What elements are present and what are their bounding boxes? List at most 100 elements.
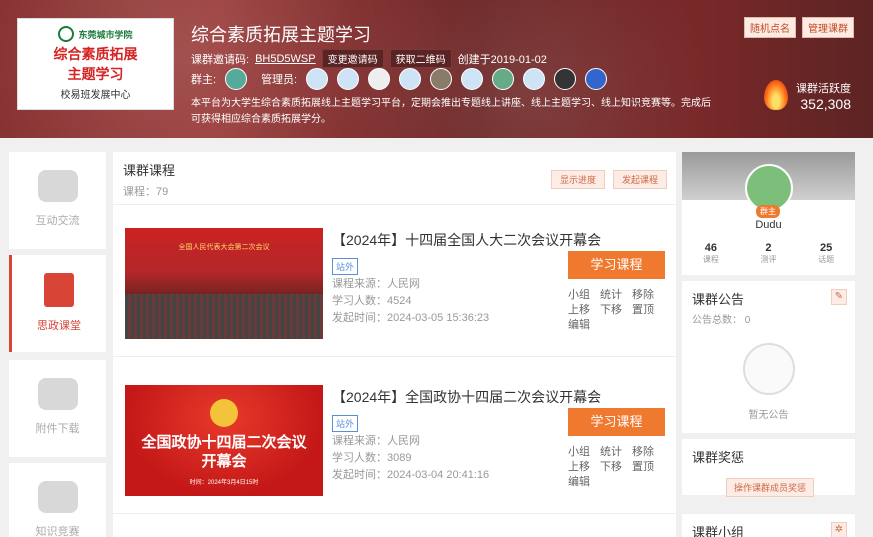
external-tag: 站外: [332, 258, 359, 275]
list-item: 全国人民代表大会第二次会议 【2024年】十四届全国人大二次会议开幕会 站外 课…: [113, 205, 676, 357]
nav-label: 附件下载: [35, 423, 80, 435]
op-remove[interactable]: 移除: [632, 445, 664, 460]
invite-code[interactable]: BH5D5WSP: [255, 53, 316, 65]
nav-label: 知识竞赛: [35, 526, 80, 537]
megaphone-icon: [743, 343, 795, 395]
nav-interaction[interactable]: 互动交流: [9, 152, 106, 249]
emblem-icon: [210, 399, 238, 427]
course-ops: 小组 统计 移除 上移 下移 置顶 编辑: [568, 445, 668, 490]
avatar[interactable]: [523, 68, 546, 90]
logo-school: 东莞城市学院: [78, 29, 133, 40]
group-title: 课群小组: [692, 525, 745, 537]
nav-politics[interactable]: 思政课堂: [9, 255, 106, 352]
activity-block: 课群活跃度 352,308: [764, 80, 851, 112]
op-up[interactable]: 上移: [568, 303, 600, 318]
avatar[interactable]: [461, 68, 484, 90]
avatar[interactable]: [337, 68, 360, 90]
stat-tests[interactable]: 2 测评: [760, 242, 776, 265]
school-seal-icon: [58, 26, 75, 42]
course-time: 发起时间：2024-03-04 20:41:16: [332, 469, 490, 481]
nav-quiz[interactable]: 知识竞赛: [9, 463, 106, 537]
avatar[interactable]: [306, 68, 329, 90]
course-thumbnail[interactable]: 全国人民代表大会第二次会议: [125, 228, 323, 339]
group-card: 课群小组 ✲: [682, 514, 855, 537]
avatar[interactable]: [585, 68, 608, 90]
study-course-button[interactable]: 学习课程: [568, 408, 665, 436]
course-thumbnail[interactable]: 全国政协十四届二次会议 开幕会 时间：2024年3月4日15时: [125, 385, 323, 496]
course-info: 课程来源：人民网 学习人数：4524 发起时间：2024-03-05 15:36…: [332, 276, 489, 327]
external-tag: 站外: [332, 415, 359, 432]
get-qr-button[interactable]: 获取二维码: [389, 49, 452, 68]
page-title: 综合素质拓展主题学习: [191, 25, 371, 45]
notice-card: 课群公告 公告总数： 0 ✎ 暂无公告: [682, 281, 855, 433]
avatar[interactable]: [368, 68, 391, 90]
edit-icon[interactable]: ✎: [831, 289, 847, 305]
show-progress-button[interactable]: 显示进度: [551, 170, 606, 189]
profile-card: 群主 Dudu 46 课程 2 测评 25 话题: [682, 152, 855, 275]
list-item: 全国政协十四届二次会议 开幕会 时间：2024年3月4日15时 【2024年】全…: [113, 362, 676, 514]
avatar[interactable]: [554, 68, 577, 90]
chat-icon: [37, 170, 78, 202]
course-panel: 课群课程 课程：79 显示进度 发起课程 全国人民代表大会第二次会议 【2024…: [113, 152, 676, 537]
op-edit[interactable]: 编辑: [568, 475, 600, 490]
flame-icon: [764, 80, 788, 110]
random-call-button[interactable]: 随机点名: [744, 17, 796, 38]
op-remove[interactable]: 移除: [632, 288, 664, 303]
manage-button[interactable]: 管理课群: [802, 17, 854, 38]
change-code-button[interactable]: 变更邀请码: [321, 49, 384, 68]
notice-title: 课群公告: [692, 292, 745, 307]
stat-courses[interactable]: 46 课程: [703, 242, 719, 265]
award-title: 课群奖惩: [692, 450, 745, 465]
logo-title-2: 主题学习: [67, 66, 124, 82]
op-up[interactable]: 上移: [568, 460, 600, 475]
award-button[interactable]: 操作课群成员奖惩: [726, 478, 815, 497]
thumb-text-2: 开幕会: [201, 453, 247, 470]
nav-label: 互动交流: [35, 215, 80, 227]
start-course-button[interactable]: 发起课程: [613, 170, 668, 189]
stat-label: 话题: [818, 255, 835, 264]
binder-icon: [37, 378, 78, 410]
op-edit[interactable]: 编辑: [568, 318, 600, 333]
op-down[interactable]: 下移: [600, 303, 632, 318]
members-row: 群主: 管理员:: [191, 68, 608, 90]
admin-label: 管理员:: [261, 74, 298, 86]
header-actions: 随机点名 管理课群: [744, 17, 854, 38]
notice-empty: 暂无公告: [748, 410, 789, 421]
op-group[interactable]: 小组: [568, 288, 600, 303]
stat-topics[interactable]: 25 话题: [818, 242, 834, 265]
book-icon: [44, 273, 74, 307]
notice-count: 公告总数： 0: [692, 315, 751, 326]
thumb-text-1: 全国政协十四届二次会议: [141, 434, 307, 451]
thumb-text: 全国人民代表大会第二次会议: [178, 244, 270, 251]
op-top[interactable]: 置顶: [632, 303, 664, 318]
op-group[interactable]: 小组: [568, 445, 600, 460]
nav-label: 思政课堂: [37, 320, 81, 332]
activity-label: 课群活跃度: [796, 83, 851, 95]
thumb-date: 时间：2024年3月4日15时: [189, 480, 259, 486]
logo-center: 校易班发展中心: [60, 90, 131, 101]
activity-value: 352,308: [800, 96, 851, 112]
owner-avatar[interactable]: [225, 68, 248, 90]
op-top[interactable]: 置顶: [632, 460, 664, 475]
op-down[interactable]: 下移: [600, 460, 632, 475]
study-course-button[interactable]: 学习课程: [568, 251, 665, 279]
avatar[interactable]: [399, 68, 422, 90]
stat-value: 2: [765, 242, 772, 254]
avatar[interactable]: [492, 68, 515, 90]
course-title[interactable]: 【2024年】全国政协十四届二次会议开幕会: [332, 387, 601, 407]
course-info: 课程来源：人民网 学习人数：3089 发起时间：2024-03-04 20:41…: [332, 433, 489, 484]
avatar[interactable]: [430, 68, 453, 90]
owner-label: 群主:: [191, 74, 217, 86]
invite-row: 课群邀请码: BH5D5WSP 变更邀请码 获取二维码 创建于2019-01-0…: [191, 49, 547, 68]
op-stats[interactable]: 统计: [600, 288, 632, 303]
header-banner: 东莞城市学院 综合素质拓展 主题学习 校易班发展中心 综合素质拓展主题学习 课群…: [0, 0, 873, 138]
course-ops: 小组 统计 移除 上移 下移 置顶 编辑: [568, 288, 668, 333]
op-stats[interactable]: 统计: [600, 445, 632, 460]
gear-icon[interactable]: ✲: [831, 522, 847, 537]
course-title[interactable]: 【2024年】十四届全国人大二次会议开幕会: [332, 230, 601, 250]
created-date: 创建于2019-01-02: [457, 53, 547, 66]
stat-label: 课程: [702, 255, 719, 264]
stat-value: 25: [820, 242, 833, 254]
nav-attachments[interactable]: 附件下载: [9, 360, 106, 457]
profile-stats: 46 课程 2 测评 25 话题: [682, 242, 855, 265]
